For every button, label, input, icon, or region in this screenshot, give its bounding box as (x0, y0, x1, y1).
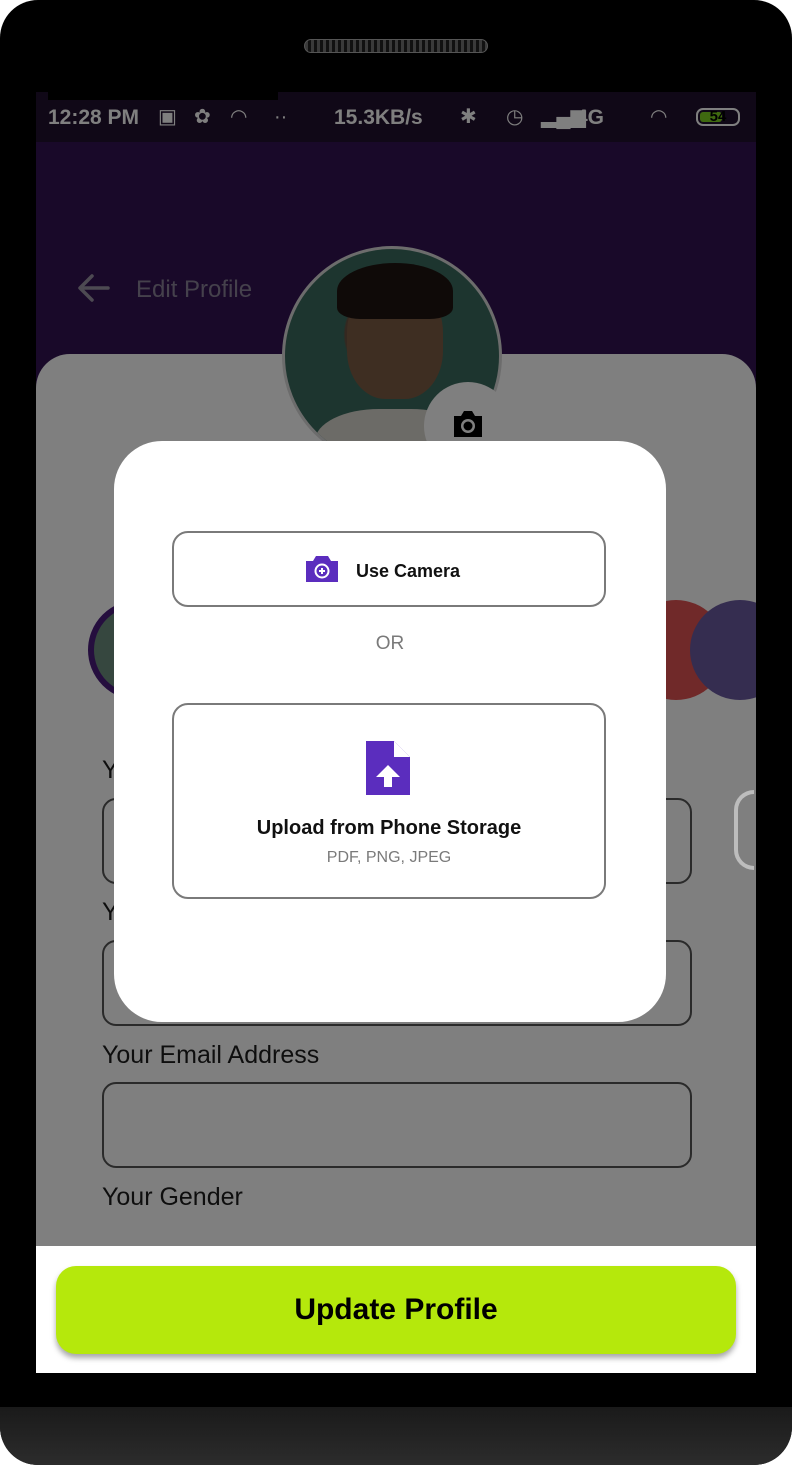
camera-add-icon (306, 556, 338, 582)
upload-title: Upload from Phone Storage (256, 817, 522, 839)
phone-speaker (304, 39, 488, 53)
file-upload-icon (366, 741, 410, 795)
or-separator: OR (375, 633, 405, 654)
use-camera-label: Use Camera (356, 561, 461, 581)
upload-formats: PDF, PNG, JPEG (326, 849, 452, 866)
upload-storage-button[interactable]: Upload from Phone Storage PDF, PNG, JPEG (172, 703, 606, 899)
phone-screen: Edit Profile 12:28 PM ▣ ✿ ◠ ·· 15.3KB/s … (36, 92, 756, 1373)
update-profile-button[interactable]: Update Profile (56, 1266, 736, 1354)
use-camera-button[interactable]: Use Camera (172, 531, 606, 607)
side-key (734, 790, 754, 870)
photo-source-dialog: Use Camera OR Upload from Phone Storage … (114, 441, 666, 1022)
